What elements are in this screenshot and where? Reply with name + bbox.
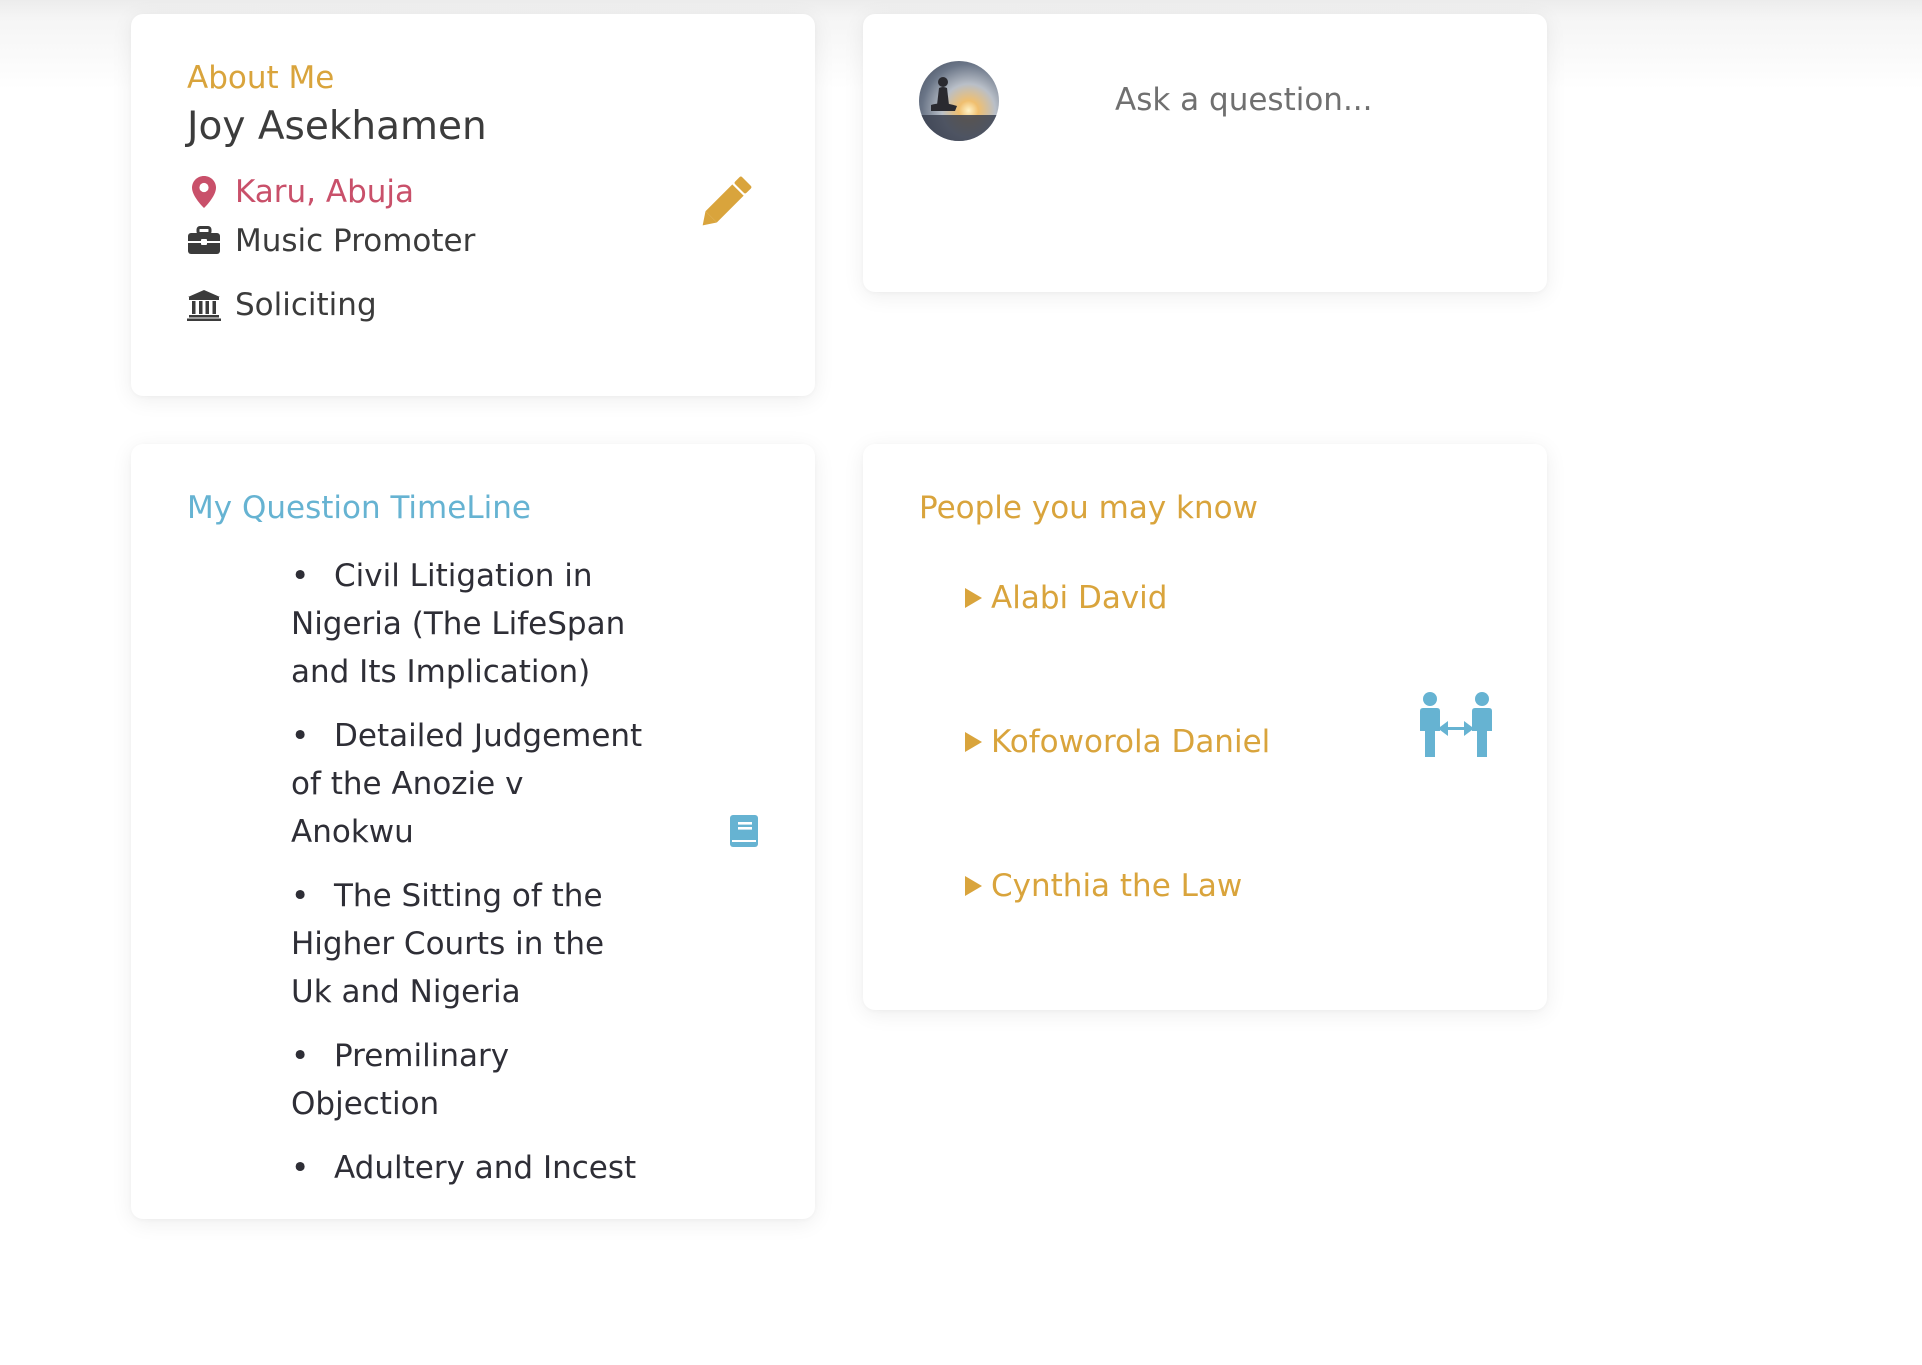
person-name: Alabi David bbox=[991, 580, 1168, 616]
occupation-text: Music Promoter bbox=[235, 223, 476, 259]
timeline-item[interactable]: The Sitting of the Higher Courts in the … bbox=[291, 872, 651, 1016]
avatar[interactable] bbox=[919, 61, 999, 141]
caret-right-icon bbox=[965, 732, 982, 752]
person-name: Cynthia the Law bbox=[991, 868, 1243, 904]
book-icon[interactable] bbox=[729, 814, 759, 848]
institution-icon bbox=[187, 288, 221, 322]
briefcase-icon bbox=[187, 224, 221, 258]
location-text: Karu, Abuja bbox=[235, 174, 415, 210]
ask-question-input[interactable] bbox=[1113, 74, 1497, 126]
people-heading: People you may know bbox=[919, 490, 1258, 526]
caret-right-icon bbox=[965, 876, 982, 896]
question-timeline-card: My Question TimeLine Civil Litigation in… bbox=[131, 444, 815, 1219]
caret-right-icon bbox=[965, 588, 982, 608]
connect-people-icon[interactable] bbox=[1418, 691, 1494, 759]
ask-question-card bbox=[863, 14, 1547, 292]
pencil-icon[interactable] bbox=[691, 167, 761, 237]
people-you-may-know-card: People you may know Alabi David Kofoworo… bbox=[863, 444, 1547, 1010]
about-me-label: About Me bbox=[187, 60, 335, 96]
person-link-kofoworola-daniel[interactable]: Kofoworola Daniel bbox=[965, 724, 1270, 760]
timeline-item[interactable]: Premilinary Objection bbox=[291, 1032, 651, 1128]
timeline-item[interactable]: Adultery and Incest bbox=[291, 1144, 651, 1192]
timeline-item[interactable]: Detailed Judgement of the Anozie v Anokw… bbox=[291, 712, 651, 856]
about-me-card: About Me Joy Asekhamen Karu, Abuja Music… bbox=[131, 14, 815, 396]
timeline-heading: My Question TimeLine bbox=[187, 490, 531, 526]
sector-text: Soliciting bbox=[235, 287, 377, 323]
person-name: Kofoworola Daniel bbox=[991, 724, 1271, 760]
person-link-cynthia-the-law[interactable]: Cynthia the Law bbox=[965, 868, 1242, 904]
timeline-item[interactable]: Civil Litigation in Nigeria (The LifeSpa… bbox=[291, 552, 651, 696]
occupation-row: Music Promoter bbox=[187, 223, 475, 259]
timeline-list: Civil Litigation in Nigeria (The LifeSpa… bbox=[291, 552, 651, 1208]
sector-row: Soliciting bbox=[187, 287, 377, 323]
profile-name: Joy Asekhamen bbox=[187, 104, 487, 149]
location-row: Karu, Abuja bbox=[187, 174, 414, 210]
person-link-alabi-david[interactable]: Alabi David bbox=[965, 580, 1167, 616]
map-marker-icon bbox=[187, 175, 221, 209]
